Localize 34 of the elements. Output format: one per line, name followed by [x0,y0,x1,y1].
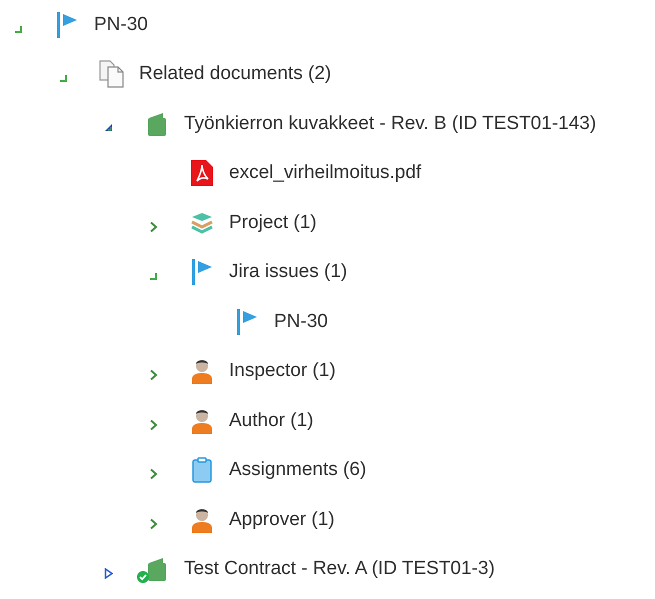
expand-chevron[interactable] [148,369,158,382]
flag-icon [56,12,78,38]
person-icon [191,358,213,384]
tree-item-label[interactable]: Assignments (6) [229,459,366,482]
tree-item-label[interactable]: Jira issues (1) [229,261,348,284]
tree-item-label[interactable]: Test Contract - Rev. A (ID TEST01-3) [184,558,495,580]
tree-item-label[interactable]: excel_virheilmoitus.pdf [229,162,422,184]
expand-chevron[interactable] [148,468,158,480]
tree-item-label[interactable]: Inspector (1) [229,360,336,382]
flag-icon [236,308,258,335]
tree-item-label[interactable]: PN-30 [94,14,148,36]
tree-item-label[interactable]: Työnkierron kuvakkeet - Rev. B (ID TEST01-143) [184,112,596,135]
tree-item-label[interactable]: Project (1) [229,212,317,234]
collapse-toggle[interactable] [58,73,68,84]
expand-chevron[interactable] [148,518,158,530]
expand-chevron[interactable] [148,220,158,233]
flag-icon [191,259,213,286]
tree-item-label[interactable]: Approver (1) [229,508,335,531]
layers-icon [190,212,214,234]
clipboard-icon [192,457,212,484]
tree-item-label[interactable]: PN-30 [274,310,328,333]
document-icon [147,112,167,136]
documents-icon [99,60,125,88]
tree-item-label[interactable]: Related documents (2) [139,63,332,86]
person-icon [191,408,213,434]
person-icon [191,506,213,533]
document-icon [147,557,167,582]
collapse-toggle[interactable] [104,123,112,132]
pdf-file-icon [191,160,213,186]
collapse-toggle[interactable] [13,24,23,34]
expand-chevron[interactable] [148,418,158,431]
expand-triangle[interactable] [104,568,112,579]
tree-item-label[interactable]: Author (1) [229,410,314,432]
collapse-toggle[interactable] [148,271,158,282]
